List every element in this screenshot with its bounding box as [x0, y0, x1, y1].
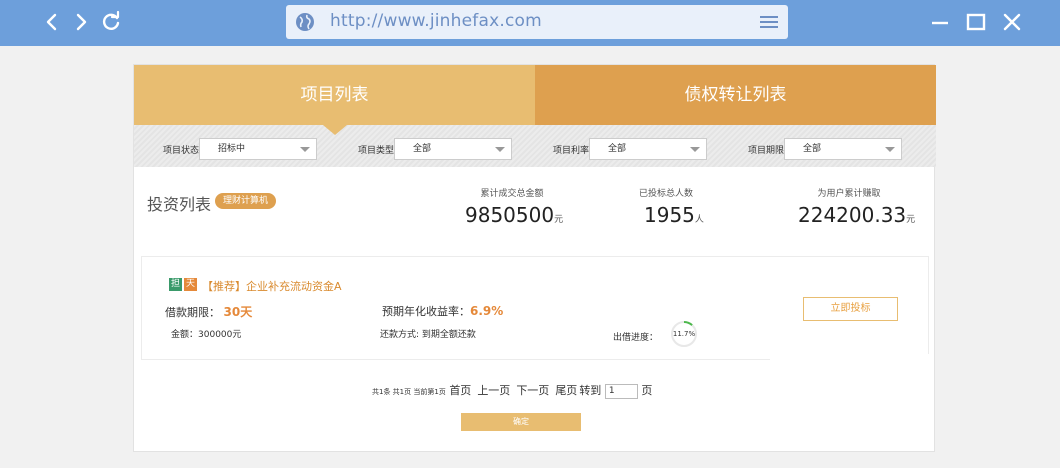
next-page-link[interactable]: 下一页: [516, 384, 549, 397]
chevron-down-icon: [495, 147, 505, 152]
prev-page-link[interactable]: 上一页: [477, 384, 510, 397]
rate-field: 预期年化收益率：6.9%: [382, 303, 503, 319]
card-edge: [770, 354, 930, 362]
filter-term-label: 项目期限: [748, 146, 785, 156]
investment-list-title: 投资列表: [147, 195, 212, 214]
chevron-down-icon: [300, 147, 310, 152]
refresh-icon[interactable]: [99, 10, 123, 34]
amount-value: 300000元: [198, 330, 242, 340]
stat-total-amount-label: 累计成交总金额: [480, 189, 544, 199]
maximize-icon[interactable]: [964, 10, 988, 34]
guarantee-badge: 担: [169, 278, 182, 291]
filter-rate-label: 项目利率: [553, 146, 590, 156]
project-card: 担 天 【推荐】企业补充流动资金A 借款期限： 30天 预期年化收益率：6.9%…: [141, 256, 929, 360]
project-name-link[interactable]: 【推荐】企业补充流动资金A: [202, 278, 342, 294]
tab-bar: 项目列表 债权转让列表: [134, 65, 936, 125]
filter-rate-select[interactable]: 全部: [589, 138, 707, 160]
filter-type-select[interactable]: 全部: [394, 138, 512, 160]
pagination: 共1条 共1页 当前第1页 首页 上一页 下一页 尾页 转到 1 页: [372, 382, 652, 399]
stat-total-amount-value: 9850500: [465, 203, 555, 227]
confirm-button[interactable]: 确定: [461, 413, 581, 431]
stat-investors: 1955人: [644, 203, 704, 227]
address-bar[interactable]: http://www.jinhefax.com: [286, 5, 788, 39]
stat-earnings-value: 224200.33: [798, 203, 907, 227]
goto-label: 转到: [579, 384, 602, 397]
chevron-down-icon: [690, 147, 700, 152]
repayment-value: 到期全额还款: [421, 330, 476, 340]
main-panel: 项目列表 债权转让列表 项目状态 招标中 项目类型 全部 项目利率 全部 项目期…: [133, 64, 936, 452]
tab-debt-transfer-list[interactable]: 债权转让列表: [535, 65, 936, 125]
close-icon[interactable]: [1000, 10, 1024, 34]
stat-total-amount: 9850500元: [465, 203, 563, 227]
first-page-link[interactable]: 首页: [449, 384, 471, 397]
active-tab-indicator: [323, 125, 347, 135]
stat-investors-unit: 人: [694, 215, 704, 225]
calculator-button[interactable]: 理财计算机: [215, 193, 276, 209]
forward-icon[interactable]: [69, 10, 93, 34]
stat-earnings: 224200.33元: [798, 203, 915, 227]
filter-type-value: 全部: [413, 144, 432, 154]
rate-label: 预期年化收益率：: [382, 305, 470, 318]
term-field: 借款期限： 30天: [165, 303, 252, 320]
amount-field: 金额：300000元: [171, 327, 241, 340]
minimize-icon[interactable]: [928, 10, 952, 34]
stat-earnings-unit: 元: [906, 215, 916, 225]
rate-value: 6.9%: [470, 304, 504, 318]
filter-term-value: 全部: [803, 144, 822, 154]
term-value: 30天: [223, 305, 253, 319]
filter-status-value: 招标中: [218, 144, 246, 154]
invest-now-button[interactable]: 立即投标: [803, 297, 898, 321]
filter-status-select[interactable]: 招标中: [199, 138, 317, 160]
stat-investors-value: 1955: [644, 203, 695, 227]
stat-total-amount-unit: 元: [554, 215, 564, 225]
filter-bar: 项目状态 招标中 项目类型 全部 项目利率 全部 项目期限 全部: [134, 125, 936, 167]
day-badge: 天: [184, 278, 197, 291]
term-label: 借款期限：: [165, 306, 220, 319]
tab-project-list[interactable]: 项目列表: [134, 65, 535, 125]
chevron-down-icon: [885, 147, 895, 152]
browser-toolbar: http://www.jinhefax.com: [0, 0, 1060, 46]
pagination-summary: 共1条 共1页 当前第1页: [372, 388, 446, 396]
repayment-label: 还款方式:: [380, 330, 420, 340]
amount-label: 金额：: [171, 330, 199, 340]
filter-term-select[interactable]: 全部: [784, 138, 902, 160]
stat-earnings-label: 为用户累计赚取: [817, 189, 881, 199]
page-unit-label: 页: [641, 384, 653, 397]
page-number-input[interactable]: 1: [604, 383, 638, 399]
last-page-link[interactable]: 尾页: [555, 384, 577, 397]
repayment-field: 还款方式: 到期全额还款: [380, 327, 476, 340]
globe-icon: [294, 11, 316, 33]
url-text[interactable]: http://www.jinhefax.com: [330, 11, 542, 31]
filter-status-label: 项目状态: [163, 146, 200, 156]
back-icon[interactable]: [40, 10, 64, 34]
stat-investors-label: 已投标总人数: [638, 189, 693, 199]
filter-type-label: 项目类型: [358, 146, 395, 156]
progress-percent: 11.7%: [672, 330, 696, 338]
filter-rate-value: 全部: [608, 144, 627, 154]
menu-icon[interactable]: [760, 13, 778, 29]
progress-label: 出借进度：: [613, 333, 659, 343]
